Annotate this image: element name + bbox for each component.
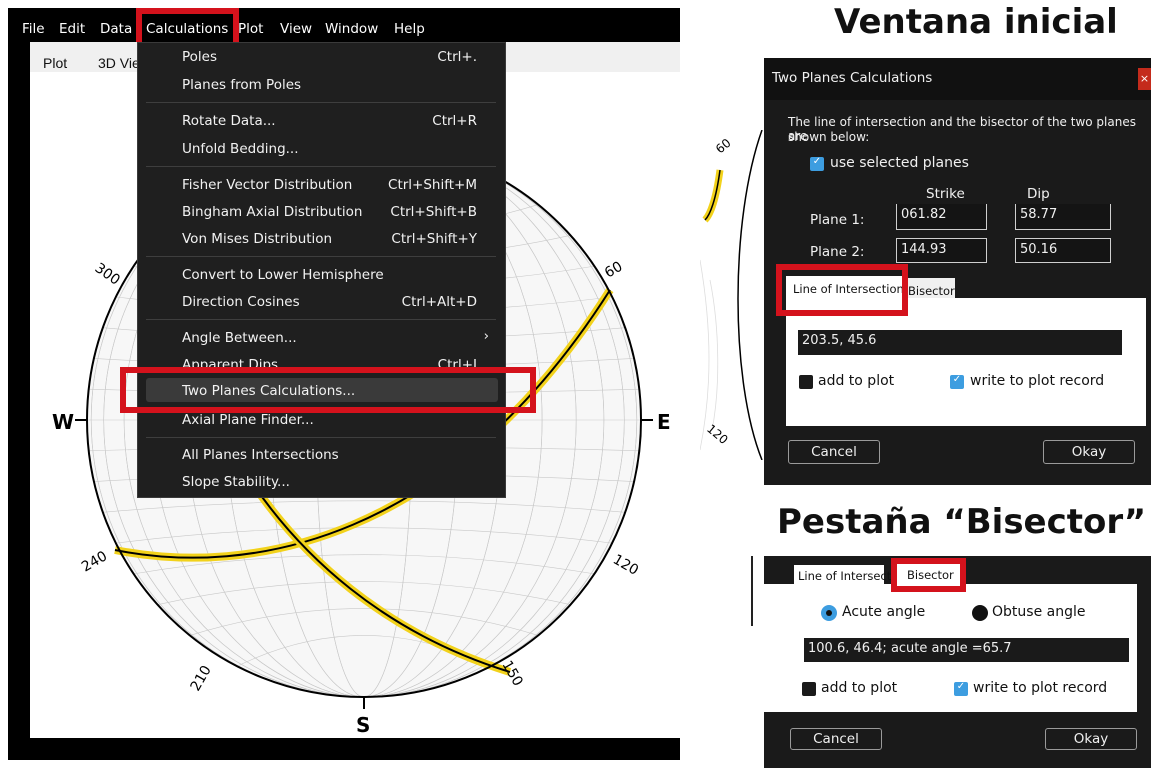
shortcut-rotate-data: Ctrl+R	[432, 113, 477, 129]
tab-intersection-label-2: Line of Intersectio	[798, 569, 902, 583]
menu-item-bingham[interactable]: Bingham Axial Distribution	[182, 204, 362, 220]
menu-bar: File Edit Data Calculations Plot View Wi…	[10, 20, 670, 42]
highlight-intersection-tab	[776, 264, 908, 316]
menu-view[interactable]: View	[280, 21, 312, 37]
plane2-label: Plane 2:	[810, 244, 865, 260]
menu-separator	[146, 319, 496, 320]
azimuth-240: 240	[79, 548, 110, 575]
azimuth-120: 120	[610, 552, 641, 579]
menu-item-convert-lower[interactable]: Convert to Lower Hemisphere	[182, 267, 384, 283]
tab-bisector-label: Bisector	[908, 284, 955, 298]
column-strike: Strike	[926, 186, 965, 202]
write-record-label-2: write to plot record	[973, 680, 1108, 696]
use-selected-label: use selected planes	[830, 155, 969, 171]
tab-pane-intersection	[786, 298, 1146, 426]
title-ventana-inicial: Ventana inicial	[834, 2, 1118, 42]
stereonet-fragment-edge	[751, 556, 753, 626]
menu-data[interactable]: Data	[100, 21, 132, 37]
menu-separator	[146, 256, 496, 257]
acute-label: Acute angle	[842, 604, 926, 620]
shortcut-bingham: Ctrl+Shift+B	[390, 204, 477, 220]
add-to-plot-label-2: add to plot	[821, 680, 898, 696]
checkmark-icon: ✓	[952, 374, 962, 385]
plane2-strike-input[interactable]: 144.93	[896, 238, 987, 263]
submenu-arrow-icon: ›	[483, 328, 489, 344]
label-east: E	[657, 410, 671, 434]
dialog-title: Two Planes Calculations	[772, 70, 933, 86]
bisector-result[interactable]: 100.6, 46.4; acute angle =65.7	[804, 638, 1129, 662]
dialog-description-2: shown below:	[788, 130, 870, 144]
menu-item-angle-between[interactable]: Angle Between...	[182, 330, 297, 346]
azimuth-210: 210	[188, 663, 215, 694]
calculations-dropdown: Poles Ctrl+. Planes from Poles Rotate Da…	[137, 42, 506, 498]
cancel-button-2[interactable]: Cancel	[790, 728, 882, 750]
menu-item-unfold-bedding[interactable]: Unfold Bedding...	[182, 141, 299, 157]
menu-item-fisher[interactable]: Fisher Vector Distribution	[182, 177, 352, 193]
okay-button-2[interactable]: Okay	[1045, 728, 1137, 750]
azimuth-60: 60	[602, 259, 625, 282]
tab-plot[interactable]: Plot	[43, 55, 67, 71]
close-icon[interactable]: ×	[1138, 68, 1151, 90]
add-to-plot-label: add to plot	[818, 373, 895, 389]
menu-item-axial-plane-finder[interactable]: Axial Plane Finder...	[182, 412, 314, 428]
add-to-plot-checkbox-2[interactable]	[802, 682, 816, 696]
label-south: S	[356, 713, 370, 737]
shortcut-poles: Ctrl+.	[437, 49, 477, 65]
menu-separator	[146, 437, 496, 438]
menu-item-von-mises[interactable]: Von Mises Distribution	[182, 231, 332, 247]
menu-item-direction-cosines[interactable]: Direction Cosines	[182, 294, 300, 310]
checkmark-icon: ✓	[956, 681, 966, 692]
menu-separator	[146, 166, 496, 167]
title-pestana-bisector: Pestaña “Bisector”	[777, 502, 1147, 542]
radio-dot-icon	[826, 610, 832, 616]
menu-item-planes-from-poles[interactable]: Planes from Poles	[182, 77, 301, 93]
side-label-120: 120	[704, 422, 731, 447]
menu-item-rotate-data[interactable]: Rotate Data...	[182, 113, 276, 129]
cancel-button[interactable]: Cancel	[788, 440, 880, 464]
azimuth-300: 300	[92, 260, 123, 288]
menu-plot[interactable]: Plot	[238, 21, 263, 37]
plane1-dip-input[interactable]: 58.77	[1015, 204, 1111, 230]
menu-file[interactable]: File	[22, 21, 45, 37]
menu-window[interactable]: Window	[325, 21, 378, 37]
highlight-two-planes	[120, 367, 536, 413]
menu-separator	[146, 102, 496, 103]
checkmark-icon: ✓	[812, 156, 822, 167]
okay-button[interactable]: Okay	[1043, 440, 1135, 464]
tab-3d-view[interactable]: 3D Vie	[98, 55, 140, 71]
plane1-strike-input[interactable]: 061.82	[896, 204, 987, 230]
shortcut-fisher: Ctrl+Shift+M	[388, 177, 477, 193]
menu-item-all-planes[interactable]: All Planes Intersections	[182, 447, 339, 463]
menu-edit[interactable]: Edit	[59, 21, 85, 37]
shortcut-von-mises: Ctrl+Shift+Y	[391, 231, 477, 247]
shortcut-direction-cosines: Ctrl+Alt+D	[401, 294, 477, 310]
menu-help[interactable]: Help	[394, 21, 425, 37]
obtuse-radio[interactable]	[972, 605, 988, 621]
label-west: W	[52, 410, 74, 434]
menu-item-poles[interactable]: Poles	[182, 49, 217, 65]
column-dip: Dip	[1027, 186, 1050, 202]
intersection-result[interactable]: 203.5, 45.6	[798, 330, 1122, 355]
write-record-label: write to plot record	[970, 373, 1105, 389]
plane2-dip-input[interactable]: 50.16	[1015, 238, 1111, 263]
side-label-60: 60	[713, 136, 734, 157]
add-to-plot-checkbox[interactable]	[799, 375, 813, 389]
highlight-bisector-tab	[891, 558, 966, 592]
stereonet-fragment: 60 120	[700, 130, 763, 460]
plane1-label: Plane 1:	[810, 212, 865, 228]
obtuse-label: Obtuse angle	[992, 604, 1086, 620]
menu-item-slope-stability[interactable]: Slope Stability...	[182, 474, 290, 490]
